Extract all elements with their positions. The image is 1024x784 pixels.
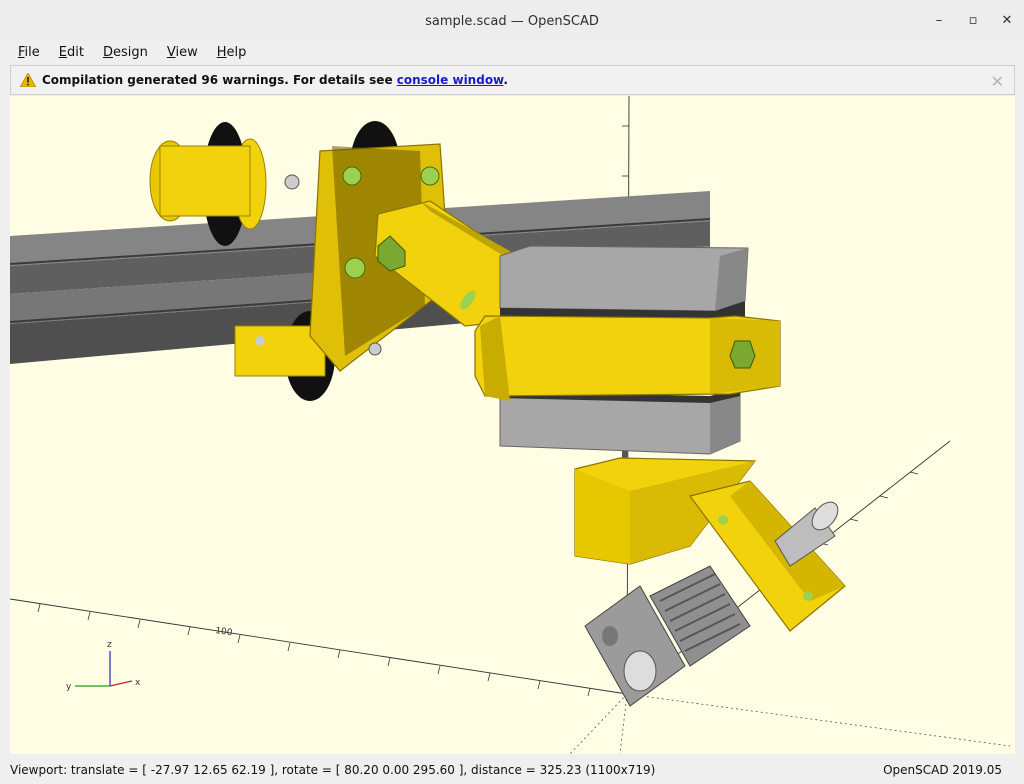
version-label: OpenSCAD 2019.05 [883,763,1002,777]
menu-view-label: iew [175,44,198,60]
window-controls: – ▫ ✕ [932,10,1014,30]
axis-gizmo: z x y [66,640,141,692]
viewport-status: Viewport: translate = [ -27.97 12.65 62.… [10,763,656,777]
warning-suffix: . [503,73,508,87]
warning-icon [20,73,36,87]
warning-bar: Compilation generated 96 warnings. For d… [10,65,1015,95]
menu-help-label: elp [226,44,247,60]
menu-file[interactable]: File [0,45,46,60]
menu-bar: File Edit Design View Help [0,42,1024,62]
window-title: sample.scad — OpenSCAD [425,13,599,29]
close-button[interactable]: ✕ [1000,10,1014,30]
menu-edit-label: dit [67,44,84,60]
axis-scale-label: 100 [215,626,234,638]
gizmo-x-label: x [135,678,141,688]
menu-file-label: ile [24,44,40,60]
menu-help[interactable]: Help [204,45,253,60]
status-bar: Viewport: translate = [ -27.97 12.65 62.… [0,756,1024,784]
menu-design[interactable]: Design [90,45,154,60]
warning-message: Compilation generated 96 warnings. For d… [42,73,508,87]
minimize-button[interactable]: – [932,10,946,30]
menu-edit-mnemonic: E [58,44,67,60]
menu-design-label: esign [112,44,148,60]
hotend [584,565,751,707]
negative-axes [569,693,1011,754]
warning-text: Compilation generated 96 warnings. For d… [42,73,397,87]
maximize-button[interactable]: ▫ [966,10,980,30]
gizmo-y-label: y [66,682,72,692]
motor-clamp [474,315,781,401]
warning-close-icon[interactable]: ✕ [991,72,1004,91]
menu-design-mnemonic: D [102,44,113,60]
model-render: 100 z x y [10,96,1011,754]
console-window-link[interactable]: console window [397,73,504,87]
menu-help-mnemonic: H [216,44,227,60]
gizmo-z-label: z [107,640,112,650]
title-bar: sample.scad — OpenSCAD – ▫ ✕ [0,0,1024,42]
menu-edit[interactable]: Edit [46,45,90,60]
axis-ticks-x [37,603,591,697]
3d-viewport[interactable]: 100 z x y [10,96,1015,754]
menu-view[interactable]: View [154,45,204,60]
